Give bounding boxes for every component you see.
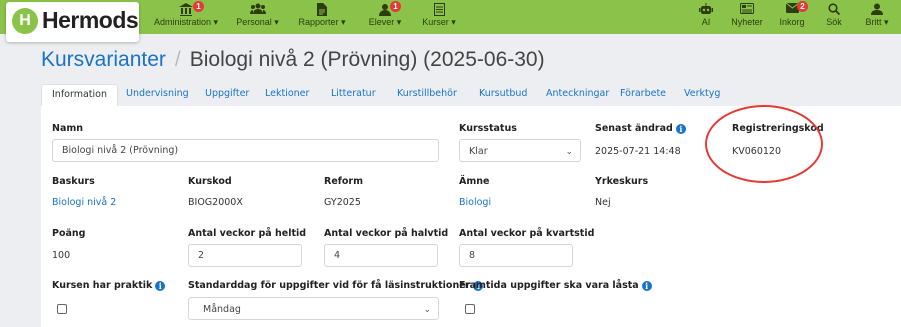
administration-badge: 1 — [193, 1, 204, 12]
breadcrumb-separator: / — [174, 48, 181, 71]
poang-label: Poäng — [52, 228, 86, 239]
building-icon: 1 — [147, 0, 225, 17]
kursstatus-value: Klar — [469, 146, 488, 157]
nav-inkorg[interactable]: 2 Inkorg — [775, 0, 809, 34]
tab-undervisning[interactable]: Undervisning — [116, 84, 199, 106]
robot-icon — [692, 0, 720, 17]
logo-mark: H — [12, 8, 38, 34]
namn-input[interactable]: Biologi nivå 2 (Prövning) — [52, 139, 439, 162]
amne-label: Ämne — [459, 176, 490, 187]
nav-administration[interactable]: 1 Administration ▾ — [147, 0, 225, 34]
tab-information[interactable]: Information — [41, 84, 118, 106]
praktik-checkbox[interactable] — [57, 304, 67, 314]
search-icon — [822, 0, 846, 17]
information-panel: Namn Biologi nivå 2 (Prövning) Kursstatu… — [41, 106, 901, 327]
elever-badge: 1 — [390, 1, 401, 12]
senast-andrad-label: Senast ändrad i — [595, 123, 686, 134]
nav-rapporter[interactable]: Rapporter ▾ — [292, 0, 352, 34]
logo-text: Hermods — [42, 7, 139, 33]
inkorg-badge: 2 — [797, 1, 808, 12]
nav-elever[interactable]: 1 Elever ▾ — [360, 0, 410, 34]
reform-value: GY2025 — [324, 197, 361, 208]
veckor-heltid-input[interactable]: 2 — [188, 244, 302, 267]
namn-label: Namn — [52, 123, 84, 134]
tab-lektioner[interactable]: Lektioner — [255, 84, 319, 106]
registreringskod-label: Registreringskod — [732, 123, 824, 134]
envelope-icon: 2 — [775, 0, 809, 17]
course-icon — [418, 0, 460, 17]
baskurs-link[interactable]: Biologi nivå 2 — [52, 197, 116, 208]
baskurs-label: Baskurs — [52, 176, 95, 187]
hermods-logo[interactable]: H Hermods — [6, 2, 139, 42]
tab-verktyg[interactable]: Verktyg — [674, 84, 730, 106]
amne-link[interactable]: Biologi — [459, 197, 491, 208]
framtida-last-checkbox[interactable] — [465, 304, 475, 314]
chevron-down-icon: ⌄ — [423, 305, 431, 315]
document-icon — [292, 0, 352, 17]
senast-andrad-value: 2025-07-21 14:48 — [595, 146, 681, 157]
student-icon: 1 — [360, 0, 410, 17]
veckor-heltid-label: Antal veckor på heltid — [188, 228, 307, 239]
breadcrumb-current: Biologi nivå 2 (Prövning) (2025-06-30) — [189, 48, 545, 71]
reform-label: Reform — [324, 176, 364, 187]
tab-uppgifter[interactable]: Uppgifter — [195, 84, 259, 106]
yrkeskurs-value: Nej — [595, 197, 611, 208]
nav-nyheter[interactable]: Nyheter — [727, 0, 767, 34]
info-icon[interactable]: i — [641, 281, 652, 291]
people-icon — [230, 0, 285, 17]
poang-value: 100 — [52, 250, 71, 261]
tab-anteckningar[interactable]: Anteckningar — [536, 84, 619, 106]
standarddag-label: Standarddag för uppgifter vid för få läs… — [188, 280, 484, 291]
framtida-last-label: Framtida uppgifter ska vara låsta i — [459, 280, 652, 291]
nav-kurser[interactable]: Kurser ▾ — [418, 0, 460, 34]
praktik-label: Kursen har praktik i — [52, 280, 166, 291]
breadcrumb-kursvarianter[interactable]: Kursvarianter — [41, 48, 166, 71]
tab-bar: Information Undervisning Uppgifter Lekti… — [41, 84, 901, 106]
yrkeskurs-label: Yrkeskurs — [595, 176, 649, 187]
chevron-down-icon: ⌄ — [565, 147, 573, 157]
nav-sok[interactable]: Sök — [822, 0, 846, 34]
standarddag-value: Måndag — [203, 304, 241, 315]
kurskod-value: BIOG2000X — [188, 197, 243, 208]
registreringskod-value: KV060120 — [732, 146, 781, 157]
tab-forarbete[interactable]: Förarbete — [610, 84, 676, 106]
tab-litteratur[interactable]: Litteratur — [321, 84, 386, 106]
nav-user-britt[interactable]: Britt ▾ — [859, 0, 895, 34]
tab-kurstillbehor[interactable]: Kurstillbehör — [387, 84, 467, 106]
veckor-kvartstid-label: Antal veckor på kvartstid — [459, 228, 595, 239]
veckor-kvartstid-input[interactable]: 8 — [459, 244, 573, 267]
nav-ai[interactable]: AI — [692, 0, 720, 34]
info-icon[interactable]: i — [675, 124, 686, 134]
newspaper-icon — [727, 0, 767, 17]
kursstatus-label: Kursstatus — [459, 123, 517, 134]
standarddag-select[interactable]: Måndag ⌄ — [188, 297, 439, 320]
nav-personal[interactable]: Personal ▾ — [230, 0, 285, 34]
kurskod-label: Kurskod — [188, 176, 232, 187]
veckor-halvtid-label: Antal veckor på halvtid — [324, 228, 449, 239]
veckor-halvtid-input[interactable]: 4 — [324, 244, 438, 267]
user-icon — [859, 0, 895, 17]
page-title: Kursvarianter / Biologi nivå 2 (Prövning) … — [41, 48, 545, 72]
info-icon[interactable]: i — [155, 281, 166, 291]
tab-kursutbud[interactable]: Kursutbud — [469, 84, 537, 106]
kursstatus-select[interactable]: Klar ⌄ — [459, 139, 581, 162]
